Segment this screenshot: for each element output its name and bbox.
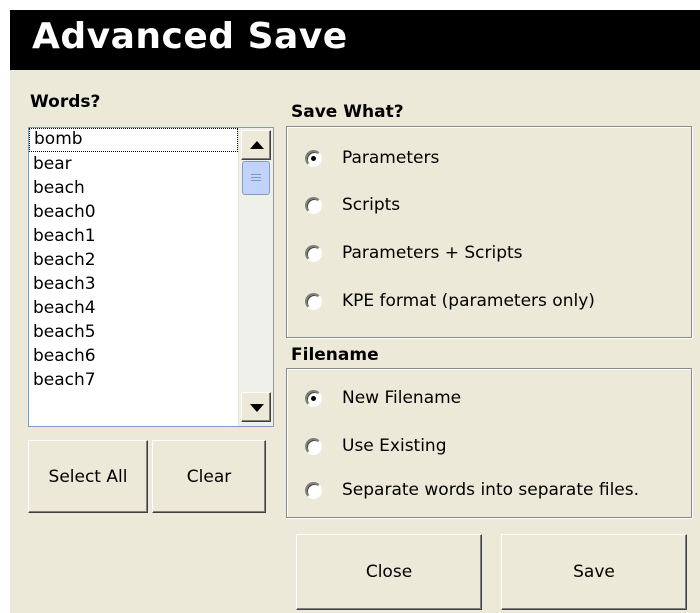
scrollbar-thumb[interactable]: [242, 161, 270, 195]
radio-button-selected[interactable]: [305, 149, 322, 167]
arrow-down-icon: [250, 404, 264, 412]
radio-label: Separate words into separate files.: [342, 480, 640, 500]
radio-parameters-scripts[interactable]: Parameters + Scripts: [305, 240, 523, 266]
list-item[interactable]: beach4: [29, 296, 238, 320]
radio-button[interactable]: [305, 244, 322, 262]
list-item[interactable]: beach3: [29, 272, 238, 296]
radio-new-filename[interactable]: New Filename: [305, 385, 461, 411]
radio-label: Parameters: [342, 148, 440, 168]
clear-button[interactable]: Clear: [152, 440, 266, 513]
grip-line: [251, 180, 261, 181]
save-what-label: Save What?: [291, 102, 404, 122]
list-item[interactable]: beach: [29, 176, 238, 200]
list-item[interactable]: beach0: [29, 200, 238, 224]
list-item[interactable]: bomb: [29, 128, 238, 152]
advanced-save-dialog: Advanced Save Words? bomb bear beach bea…: [10, 10, 700, 613]
list-item[interactable]: bear: [29, 152, 238, 176]
scroll-up-button[interactable]: [241, 130, 271, 160]
arrow-up-icon: [250, 141, 264, 149]
radio-button[interactable]: [305, 196, 322, 214]
title-bar: Advanced Save: [10, 10, 700, 70]
radio-button-selected[interactable]: [305, 389, 322, 407]
radio-button[interactable]: [305, 481, 322, 499]
radio-use-existing[interactable]: Use Existing: [305, 433, 447, 459]
list-item[interactable]: beach6: [29, 344, 238, 368]
select-all-button[interactable]: Select All: [28, 440, 148, 513]
radio-label: Scripts: [342, 195, 401, 215]
radio-parameters[interactable]: Parameters: [305, 145, 439, 171]
radio-scripts[interactable]: Scripts: [305, 192, 400, 218]
radio-label: Use Existing: [342, 436, 447, 456]
save-button[interactable]: Save: [501, 534, 687, 610]
list-item[interactable]: beach7: [29, 368, 238, 392]
filename-label: Filename: [291, 345, 379, 365]
words-label: Words?: [30, 92, 101, 112]
radio-button[interactable]: [305, 292, 322, 310]
grip-line: [251, 177, 261, 178]
close-button[interactable]: Close: [296, 534, 482, 610]
list-item[interactable]: [29, 416, 238, 426]
words-list[interactable]: bomb bear beach beach0 beach1 beach2 bea…: [29, 128, 238, 426]
window-title: Advanced Save: [32, 16, 348, 57]
scroll-down-button[interactable]: [241, 392, 271, 422]
grip-line: [251, 174, 261, 175]
radio-button[interactable]: [305, 437, 322, 455]
list-item[interactable]: beach1: [29, 224, 238, 248]
radio-label: New Filename: [342, 388, 462, 408]
list-item[interactable]: beach2: [29, 248, 238, 272]
list-item[interactable]: beach5: [29, 320, 238, 344]
save-what-group: Parameters Scripts Parameters + Scripts …: [286, 126, 692, 338]
list-item[interactable]: [29, 392, 238, 416]
filename-group: New Filename Use Existing Separate words…: [286, 368, 692, 518]
radio-dot: [311, 155, 316, 161]
radio-label: KPE format (parameters only): [342, 291, 595, 311]
radio-label: Parameters + Scripts: [342, 243, 523, 263]
radio-dot: [311, 395, 316, 401]
vertical-scrollbar[interactable]: [238, 128, 273, 426]
words-listbox[interactable]: bomb bear beach beach0 beach1 beach2 bea…: [28, 127, 274, 427]
radio-separate-files[interactable]: Separate words into separate files.: [305, 477, 639, 503]
radio-kpe-format[interactable]: KPE format (parameters only): [305, 288, 595, 314]
